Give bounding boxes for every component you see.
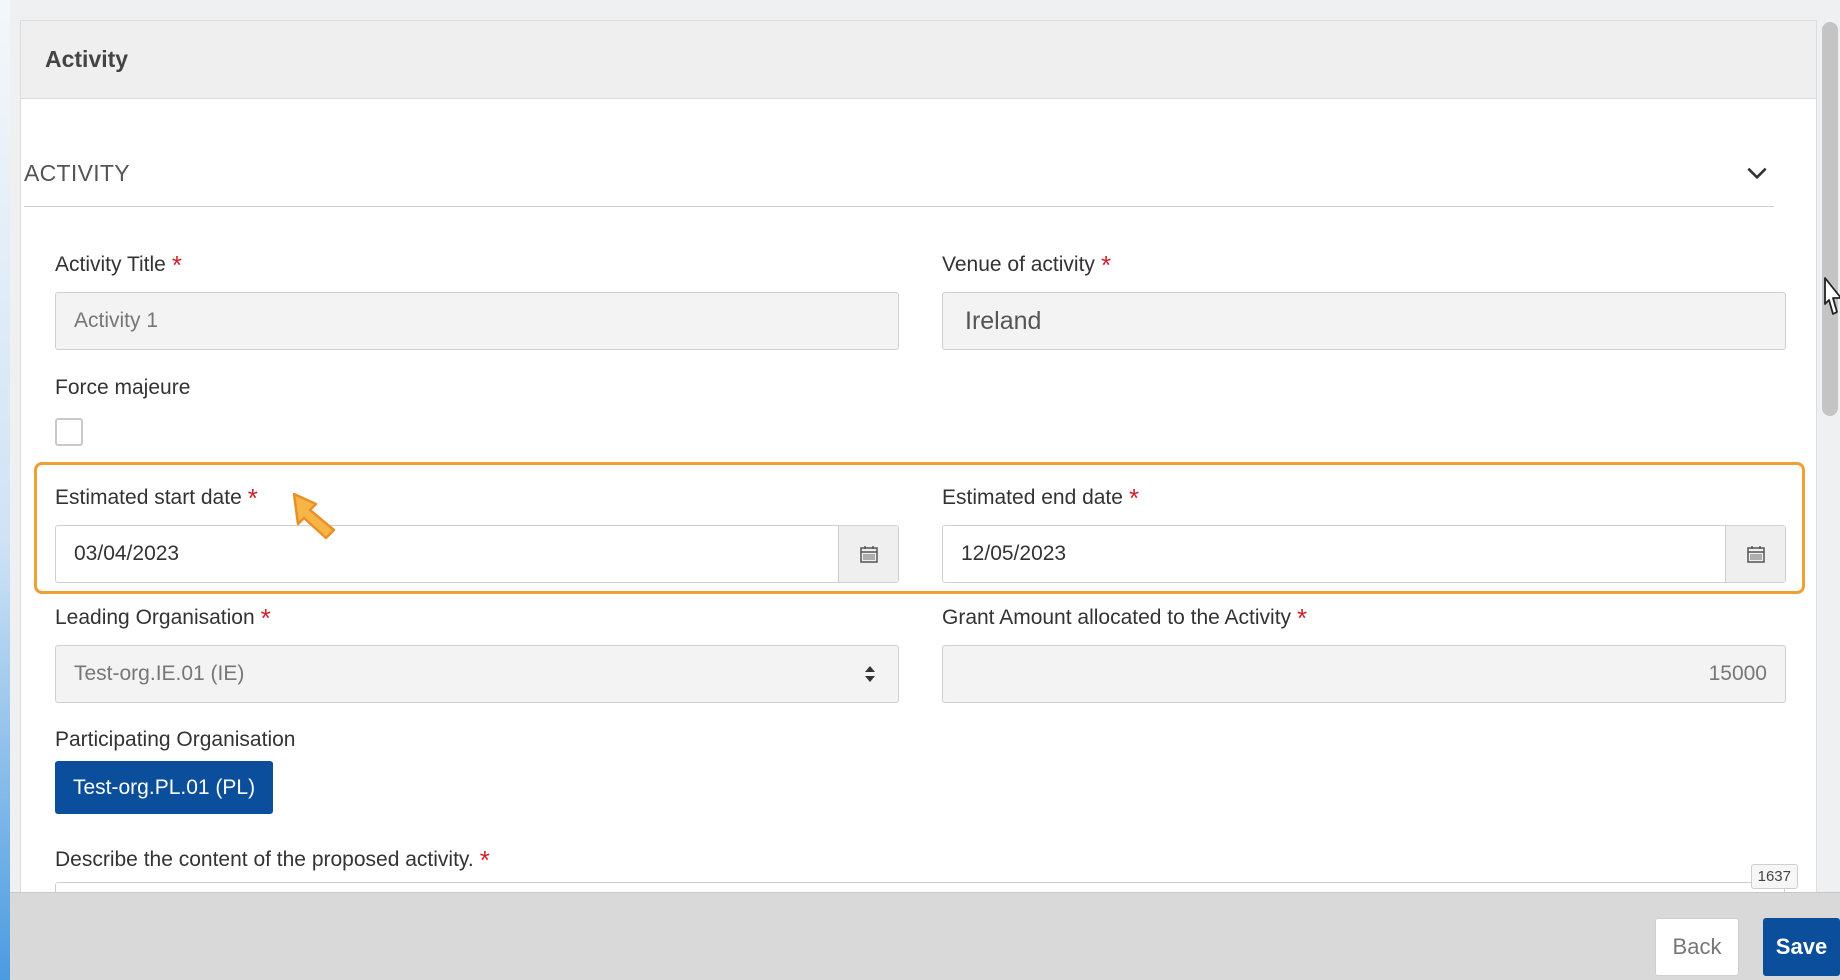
venue-field: Venue of activity * Ireland xyxy=(942,250,1786,350)
left-edge-decoration xyxy=(0,0,10,980)
activity-title-field: Activity Title * Activity 1 xyxy=(55,250,899,350)
pointer-arrow-icon xyxy=(292,492,336,540)
activity-title-value: Activity 1 xyxy=(74,309,159,332)
venue-value: Ireland xyxy=(965,306,1042,335)
grant-amount-input[interactable]: 15000 xyxy=(942,645,1786,703)
required-mark: * xyxy=(1100,250,1112,280)
venue-label: Venue of activity xyxy=(942,253,1095,276)
start-date-label: Estimated start date xyxy=(55,486,242,509)
activity-title-label: Activity Title xyxy=(55,253,166,276)
participating-org-label: Participating Organisation xyxy=(55,728,296,751)
mouse-cursor-icon xyxy=(1824,277,1840,315)
calendar-icon xyxy=(1746,546,1765,563)
end-date-input[interactable]: 12/05/2023 xyxy=(942,525,1786,583)
grant-amount-label: Grant Amount allocated to the Activity xyxy=(942,606,1292,629)
chevron-down-icon[interactable] xyxy=(1744,160,1770,186)
leading-org-value: Test-org.IE.01 (IE) xyxy=(74,662,245,685)
start-date-calendar-button[interactable] xyxy=(838,526,898,582)
end-date-field: Estimated end date * 12/05/2023 xyxy=(942,483,1786,583)
force-majeure-checkbox[interactable] xyxy=(55,418,83,446)
panel-title: Activity xyxy=(21,21,1816,99)
participating-org-field: Participating Organisation xyxy=(55,725,655,755)
start-date-input[interactable]: 03/04/2023 xyxy=(55,525,899,583)
required-mark: * xyxy=(171,250,182,280)
force-majeure-label: Force majeure xyxy=(55,376,191,399)
end-date-calendar-button[interactable] xyxy=(1725,526,1785,582)
grant-amount-field: Grant Amount allocated to the Activity * … xyxy=(942,603,1786,703)
leading-org-label: Leading Organisation xyxy=(55,606,255,629)
char-count-badge: 1637 xyxy=(1750,864,1798,889)
venue-input[interactable]: Ireland xyxy=(942,292,1786,350)
participating-org-tag[interactable]: Test-org.PL.01 (PL) xyxy=(55,761,274,814)
start-date-value: 03/04/2023 xyxy=(74,542,180,565)
sort-arrows-icon xyxy=(856,665,884,683)
required-mark: * xyxy=(247,483,258,513)
end-date-label: Estimated end date xyxy=(942,486,1123,509)
description-field: Describe the content of the proposed act… xyxy=(55,845,1455,875)
description-label: Describe the content of the proposed act… xyxy=(55,848,474,871)
end-date-value: 12/05/2023 xyxy=(961,542,1067,565)
calendar-icon xyxy=(859,546,878,563)
save-button[interactable]: Save xyxy=(1763,918,1840,976)
required-mark: * xyxy=(1128,483,1140,513)
required-mark: * xyxy=(479,845,490,875)
footer-bar xyxy=(10,892,1840,980)
grant-amount-value: 15000 xyxy=(1708,662,1767,685)
section-header-activity[interactable]: ACTIVITY xyxy=(24,150,1774,207)
required-mark: * xyxy=(1297,603,1308,633)
scrollbar-thumb[interactable] xyxy=(1822,22,1838,416)
leading-org-select[interactable]: Test-org.IE.01 (IE) xyxy=(55,645,899,703)
start-date-field: Estimated start date * 03/04/2023 xyxy=(55,483,899,583)
leading-org-field: Leading Organisation * Test-org.IE.01 (IE… xyxy=(55,603,899,703)
activity-title-input[interactable]: Activity 1 xyxy=(55,292,899,350)
force-majeure-field: Force majeure xyxy=(55,373,455,403)
required-mark: * xyxy=(260,603,271,633)
back-button[interactable]: Back xyxy=(1655,918,1739,976)
section-title: ACTIVITY xyxy=(24,160,130,186)
